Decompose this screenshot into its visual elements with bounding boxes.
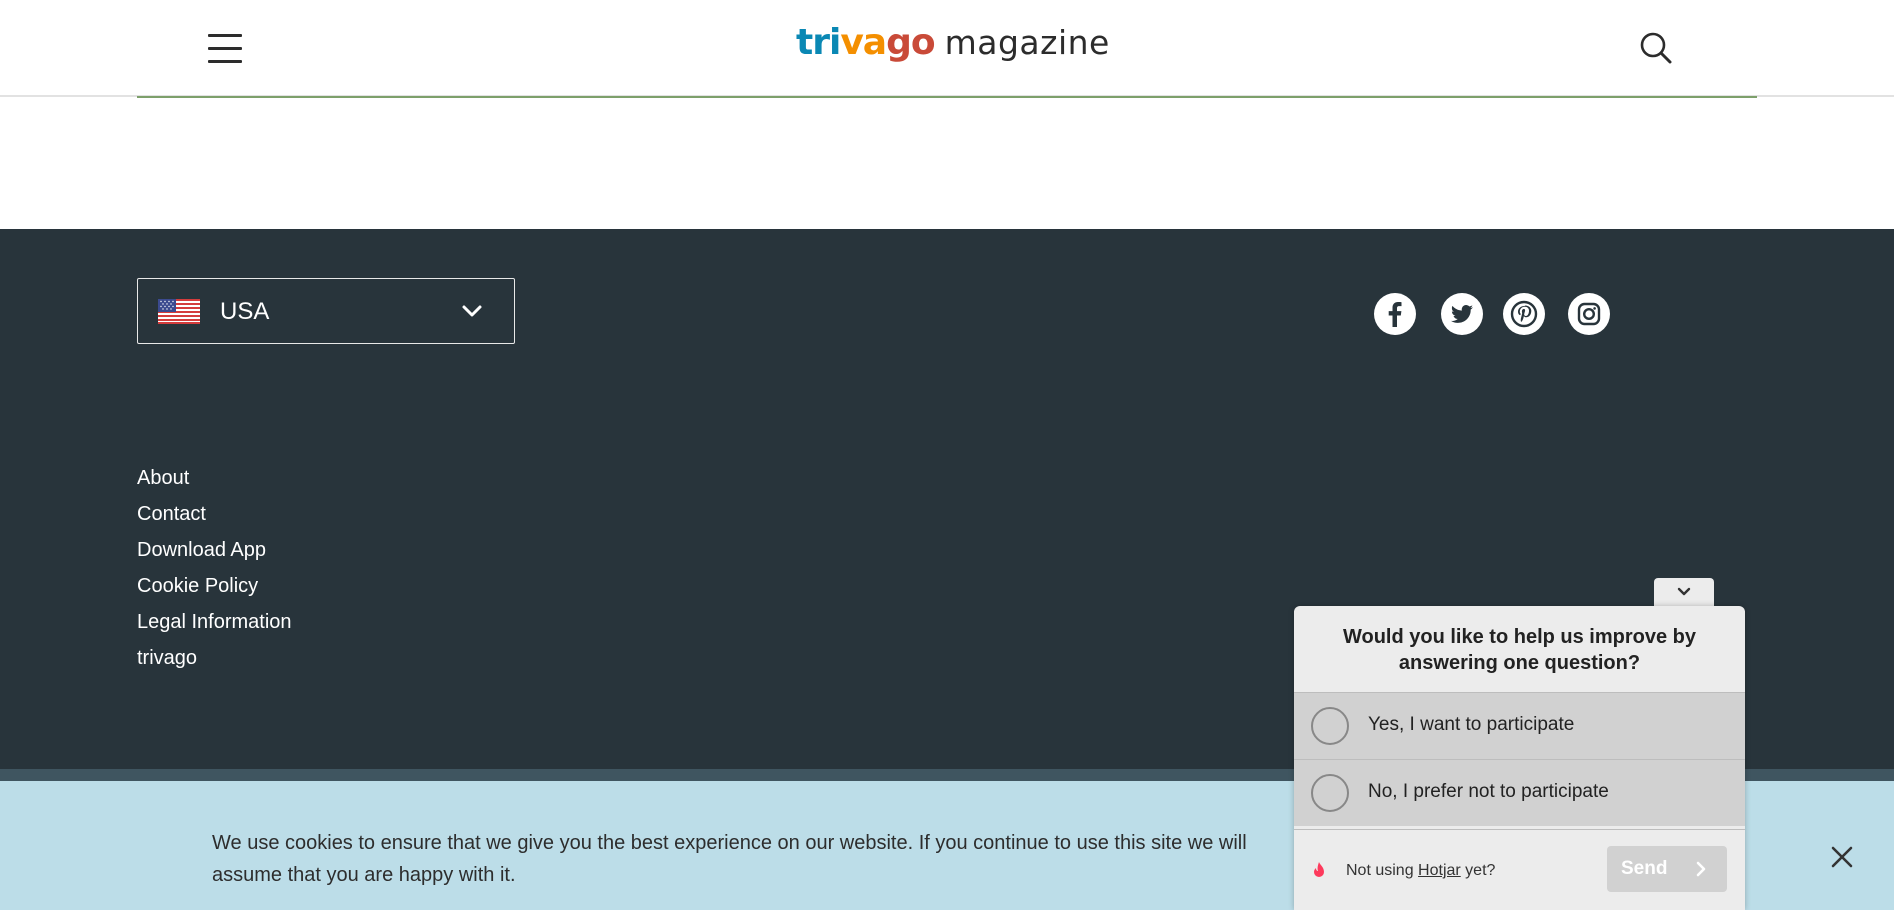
country-selector[interactable]: USA <box>137 278 515 344</box>
send-button[interactable]: Send <box>1607 846 1727 892</box>
social-links <box>1372 293 1612 337</box>
send-label: Send <box>1621 858 1668 879</box>
survey-option-yes[interactable]: Yes, I want to participate <box>1294 692 1745 759</box>
chevron-down-icon <box>462 305 482 317</box>
us-flag-icon <box>158 299 200 324</box>
accent-divider <box>137 96 1757 98</box>
survey-footer: Not using Hotjar yet? Send <box>1294 829 1745 910</box>
chevron-right-icon <box>1696 861 1706 877</box>
footer-link-about[interactable]: About <box>137 460 292 496</box>
logo-brand: trivago <box>796 22 936 63</box>
radio-button[interactable] <box>1311 774 1349 812</box>
hotjar-promo: Not using Hotjar yet? <box>1346 862 1496 879</box>
footer-link-legal-information[interactable]: Legal Information <box>137 604 292 640</box>
search-icon[interactable] <box>1638 30 1674 66</box>
footer-links: About Contact Download App Cookie Policy… <box>137 460 292 676</box>
survey-option-label: Yes, I want to participate <box>1368 714 1575 735</box>
logo-suffix: magazine <box>944 23 1110 62</box>
hamburger-icon[interactable] <box>208 34 242 63</box>
survey-option-no[interactable]: No, I prefer not to participate <box>1294 759 1745 826</box>
pinterest-icon[interactable] <box>1503 293 1545 335</box>
chevron-down-icon <box>1677 587 1691 596</box>
survey-collapse-button[interactable] <box>1654 578 1714 608</box>
footer-link-download-app[interactable]: Download App <box>137 532 292 568</box>
footer-link-contact[interactable]: Contact <box>137 496 292 532</box>
cookie-text: We use cookies to ensure that we give yo… <box>212 832 1247 886</box>
close-icon[interactable] <box>1829 844 1855 870</box>
footer-link-trivago[interactable]: trivago <box>137 640 292 676</box>
footer-link-cookie-policy[interactable]: Cookie Policy <box>137 568 292 604</box>
survey-question: Would you like to help us improve by ans… <box>1342 626 1696 674</box>
facebook-icon[interactable] <box>1374 293 1416 335</box>
survey-option-label: No, I prefer not to participate <box>1368 781 1609 802</box>
trivago-magazine-logo[interactable]: trivago magazine <box>796 22 1110 72</box>
hotjar-link[interactable]: Hotjar <box>1418 862 1461 879</box>
radio-button[interactable] <box>1311 707 1349 745</box>
survey-widget: Would you like to help us improve by ans… <box>1294 606 1745 910</box>
twitter-icon[interactable] <box>1441 293 1483 335</box>
site-header: trivago magazine <box>0 0 1894 97</box>
instagram-icon[interactable] <box>1568 293 1610 335</box>
hotjar-flame-icon <box>1314 862 1324 877</box>
country-label: USA <box>220 298 270 325</box>
